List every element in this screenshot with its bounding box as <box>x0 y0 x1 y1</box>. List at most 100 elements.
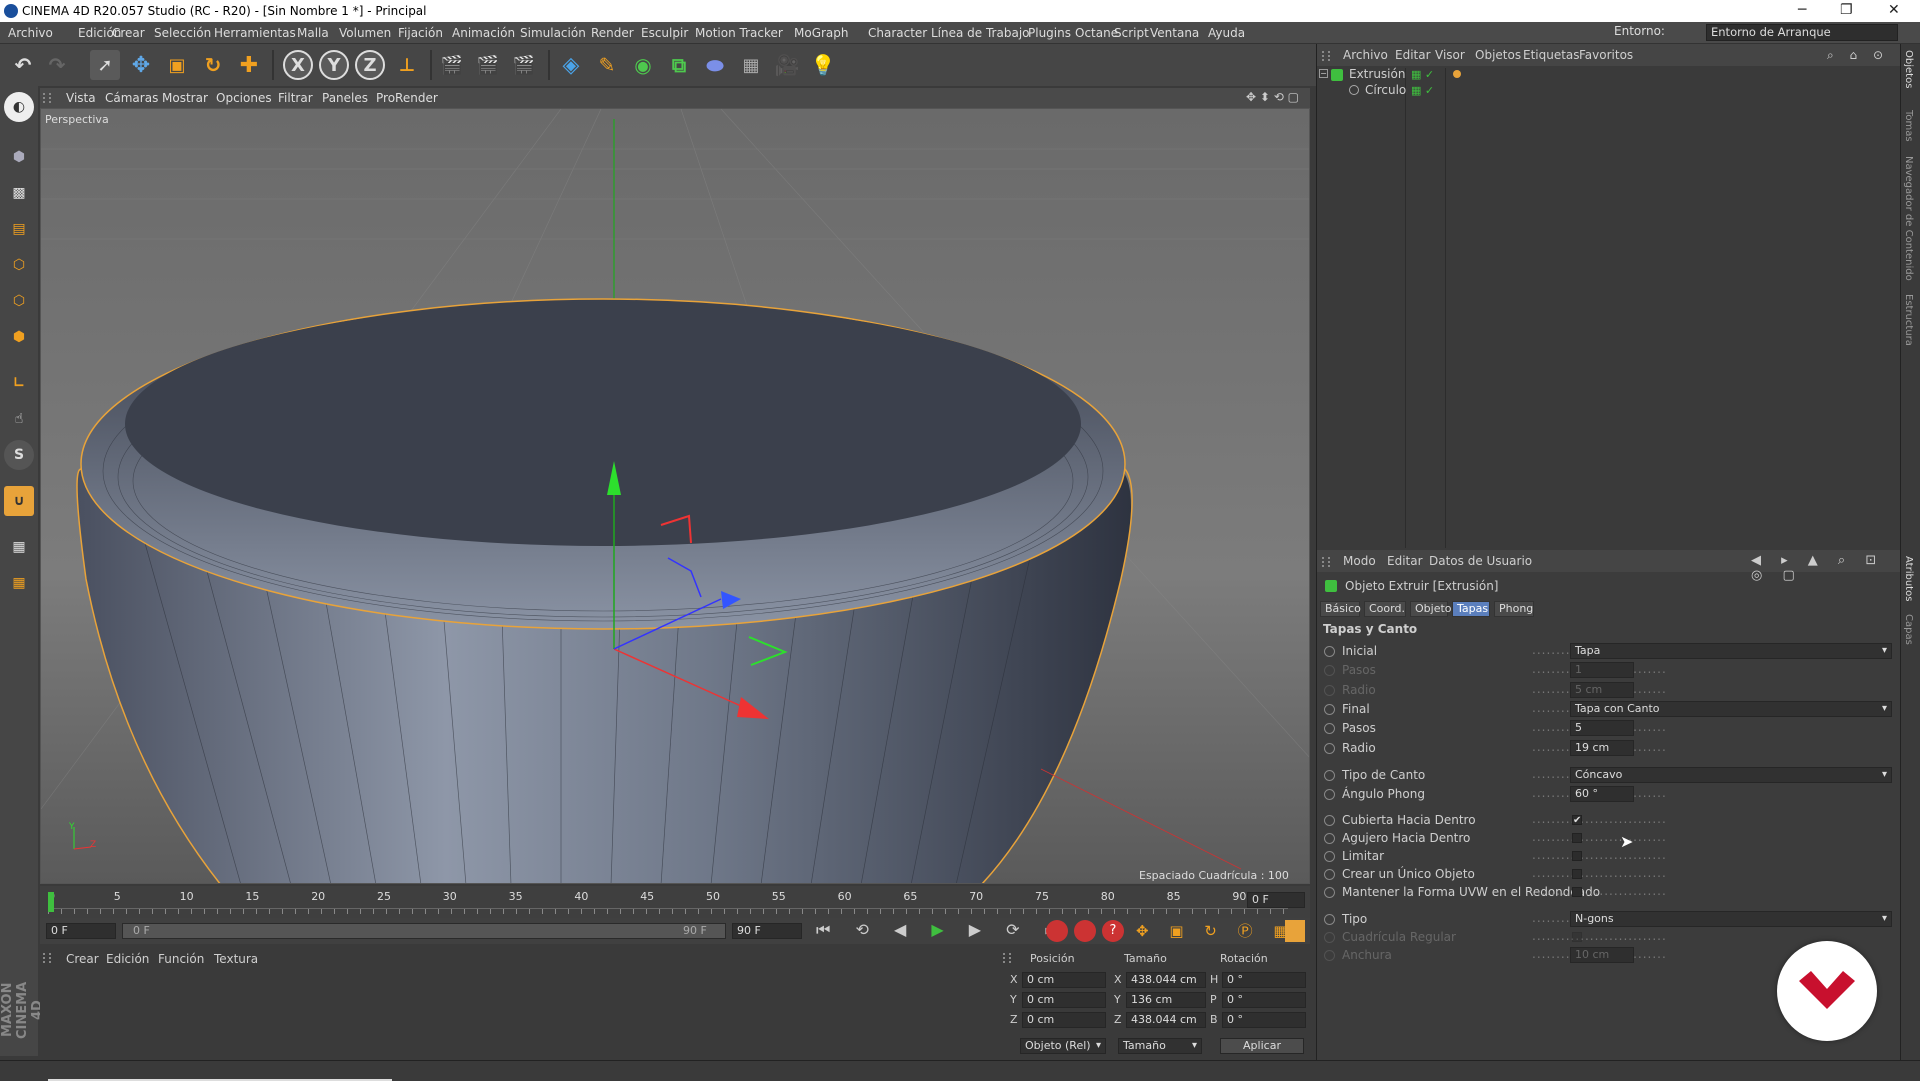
position-field[interactable]: 0 cm <box>1022 972 1106 988</box>
texture-mode-icon[interactable]: ▩ <box>4 178 34 208</box>
pen-spline-icon[interactable]: ✎ <box>592 50 622 80</box>
attribute-number-field[interactable]: 5 <box>1570 720 1634 736</box>
viewport-nav-icons[interactable]: ✥ ⬍ ⟲ ▢ <box>1246 90 1299 104</box>
animate-radio-icon[interactable] <box>1324 743 1335 754</box>
object-item-extrusion[interactable]: Extrusión <box>1349 67 1405 81</box>
attribute-checkbox[interactable]: ✔ <box>1572 815 1582 826</box>
preview-range-slider[interactable]: 0 F 90 F <box>122 923 726 939</box>
animate-radio-icon[interactable] <box>1324 685 1335 696</box>
object-menu-item[interactable]: Etiquetas <box>1523 48 1580 62</box>
environment-select[interactable]: Entorno de Arranque <box>1706 24 1898 41</box>
menu-item[interactable]: Ayuda <box>1208 26 1245 40</box>
tab-objeto[interactable]: Objeto <box>1410 601 1452 617</box>
model-mode-icon[interactable]: ⬢ <box>4 142 34 172</box>
tab-takes[interactable]: Tomas <box>1903 110 1914 142</box>
scale-tool-icon[interactable]: ▣ <box>162 50 192 80</box>
restore-button[interactable]: ❐ <box>1840 2 1853 18</box>
viewport-menu-item[interactable]: Filtrar <box>278 91 313 105</box>
expand-toggle-icon[interactable]: − <box>1319 69 1328 78</box>
animate-radio-icon[interactable] <box>1324 950 1335 961</box>
viewport-menu-item[interactable]: Vista <box>66 91 96 105</box>
render-picture-viewer-icon[interactable]: 🎬 <box>473 50 503 80</box>
current-frame-field[interactable]: 0 F <box>1247 892 1305 908</box>
attribute-checkbox[interactable] <box>1572 851 1582 861</box>
attribute-checkbox[interactable] <box>1572 932 1582 942</box>
material-menu-item[interactable]: Función <box>158 952 204 966</box>
transform-tool-icon[interactable]: ✚ <box>234 50 264 80</box>
attribute-menu-item[interactable]: Editar <box>1387 554 1423 568</box>
animate-radio-icon[interactable] <box>1324 833 1335 844</box>
tab-tapas[interactable]: Tapas <box>1452 601 1490 617</box>
attribute-number-field[interactable]: 19 cm <box>1570 740 1634 756</box>
attribute-number-field[interactable]: 10 cm <box>1570 947 1634 963</box>
playback-controls[interactable]: ⏮ ⟲ ◀ ▶ ▶ ⟳ ⏭ <box>816 920 1069 940</box>
attribute-checkbox[interactable] <box>1572 887 1582 897</box>
array-icon[interactable]: ⧉ <box>664 50 694 80</box>
menu-item[interactable]: Crear <box>112 26 145 40</box>
attribute-nav-icons[interactable]: ◀ ▸ ▲ ⌕ ⊡ ◎ ▢ <box>1751 553 1900 583</box>
animate-radio-icon[interactable] <box>1324 646 1335 657</box>
attribute-number-field[interactable]: 60 ° <box>1570 786 1634 802</box>
tab-content-browser[interactable]: Navegador de Contenido <box>1903 156 1914 281</box>
x-axis-lock-icon[interactable]: X <box>283 50 313 80</box>
material-menu-item[interactable]: Crear <box>66 952 99 966</box>
animate-radio-icon[interactable] <box>1324 887 1335 898</box>
animate-radio-icon[interactable] <box>1324 815 1335 826</box>
attribute-number-field[interactable]: 5 cm <box>1570 682 1634 698</box>
z-axis-lock-icon[interactable]: Z <box>355 50 385 80</box>
floor-icon[interactable]: ▦ <box>736 50 766 80</box>
attribute-dropdown[interactable]: N-gons <box>1570 911 1892 927</box>
rotation-field[interactable]: 0 ° <box>1222 1012 1306 1028</box>
visibility-toggles[interactable]: ▦ ✓ <box>1411 84 1434 97</box>
subdivision-icon[interactable]: ◉ <box>628 50 658 80</box>
menu-item[interactable]: Animación <box>452 26 515 40</box>
menu-item[interactable]: Octane <box>1075 26 1118 40</box>
size-mode-select[interactable]: Tamaño <box>1118 1038 1202 1054</box>
tab-bsico[interactable]: Básico <box>1320 601 1361 617</box>
timeline-options-icon[interactable] <box>1285 920 1305 942</box>
workplane-mode-icon[interactable]: ▤ <box>4 214 34 244</box>
points-mode-icon[interactable]: ⬡ <box>4 250 34 280</box>
viewport-menu-item[interactable]: Mostrar <box>162 91 208 105</box>
size-field[interactable]: 438.044 cm <box>1126 1012 1206 1028</box>
workplane-lock-icon[interactable]: ▦ <box>4 532 34 562</box>
start-frame-field[interactable]: 0 F <box>46 923 116 939</box>
select-tool-icon[interactable]: ➚ <box>90 50 120 80</box>
menu-item[interactable]: Selección <box>154 26 211 40</box>
menu-item[interactable]: Script <box>1114 26 1149 40</box>
edges-mode-icon[interactable]: ⬡ <box>4 286 34 316</box>
menu-item[interactable]: Simulación <box>520 26 586 40</box>
tag-icon[interactable] <box>1453 70 1461 78</box>
size-field[interactable]: 136 cm <box>1126 992 1206 1008</box>
tab-attributes[interactable]: Atributos <box>1903 556 1914 601</box>
attribute-menu-item[interactable]: Datos de Usuario <box>1429 554 1532 568</box>
tab-layers[interactable]: Capas <box>1903 614 1914 645</box>
menu-item[interactable]: Archivo <box>8 26 53 40</box>
viewport-menu-item[interactable]: ProRender <box>376 91 438 105</box>
attribute-dropdown[interactable]: Cóncavo <box>1570 767 1892 783</box>
viewport-perspective[interactable]: Perspectiva Espaciado Cuadrícula : 100 c… <box>40 108 1310 884</box>
menu-item[interactable]: Render <box>591 26 634 40</box>
menu-item[interactable]: Plugins <box>1028 26 1071 40</box>
close-button[interactable]: ✕ <box>1888 2 1900 18</box>
animate-radio-icon[interactable] <box>1324 851 1335 862</box>
rotate-tool-icon[interactable]: ↻ <box>198 50 228 80</box>
solo-icon[interactable]: S <box>4 440 34 470</box>
attribute-number-field[interactable]: 1 <box>1570 662 1634 678</box>
planar-workplane-icon[interactable]: ▦ <box>4 568 34 598</box>
material-menu-item[interactable]: Textura <box>214 952 258 966</box>
animate-radio-icon[interactable] <box>1324 704 1335 715</box>
tab-objects[interactable]: Objetos <box>1903 50 1914 88</box>
rotation-field[interactable]: 0 ° <box>1222 992 1306 1008</box>
deformer-icon[interactable]: ⬬ <box>700 50 730 80</box>
playhead[interactable] <box>48 892 54 912</box>
tweak-mode-icon[interactable]: ☝ <box>4 404 34 434</box>
undo-icon[interactable]: ↶ <box>8 50 38 80</box>
material-menu-item[interactable]: Edición <box>106 952 149 966</box>
viewport-menu-item[interactable]: Cámaras <box>105 91 158 105</box>
polygons-mode-icon[interactable]: ⬢ <box>4 322 34 352</box>
cube-object-icon[interactable]: ◈ <box>556 50 586 80</box>
menu-item[interactable]: Motion Tracker <box>695 26 783 40</box>
coord-mode-select[interactable]: Objeto (Rel) <box>1020 1038 1106 1054</box>
move-tool-icon[interactable]: ✥ <box>126 50 156 80</box>
